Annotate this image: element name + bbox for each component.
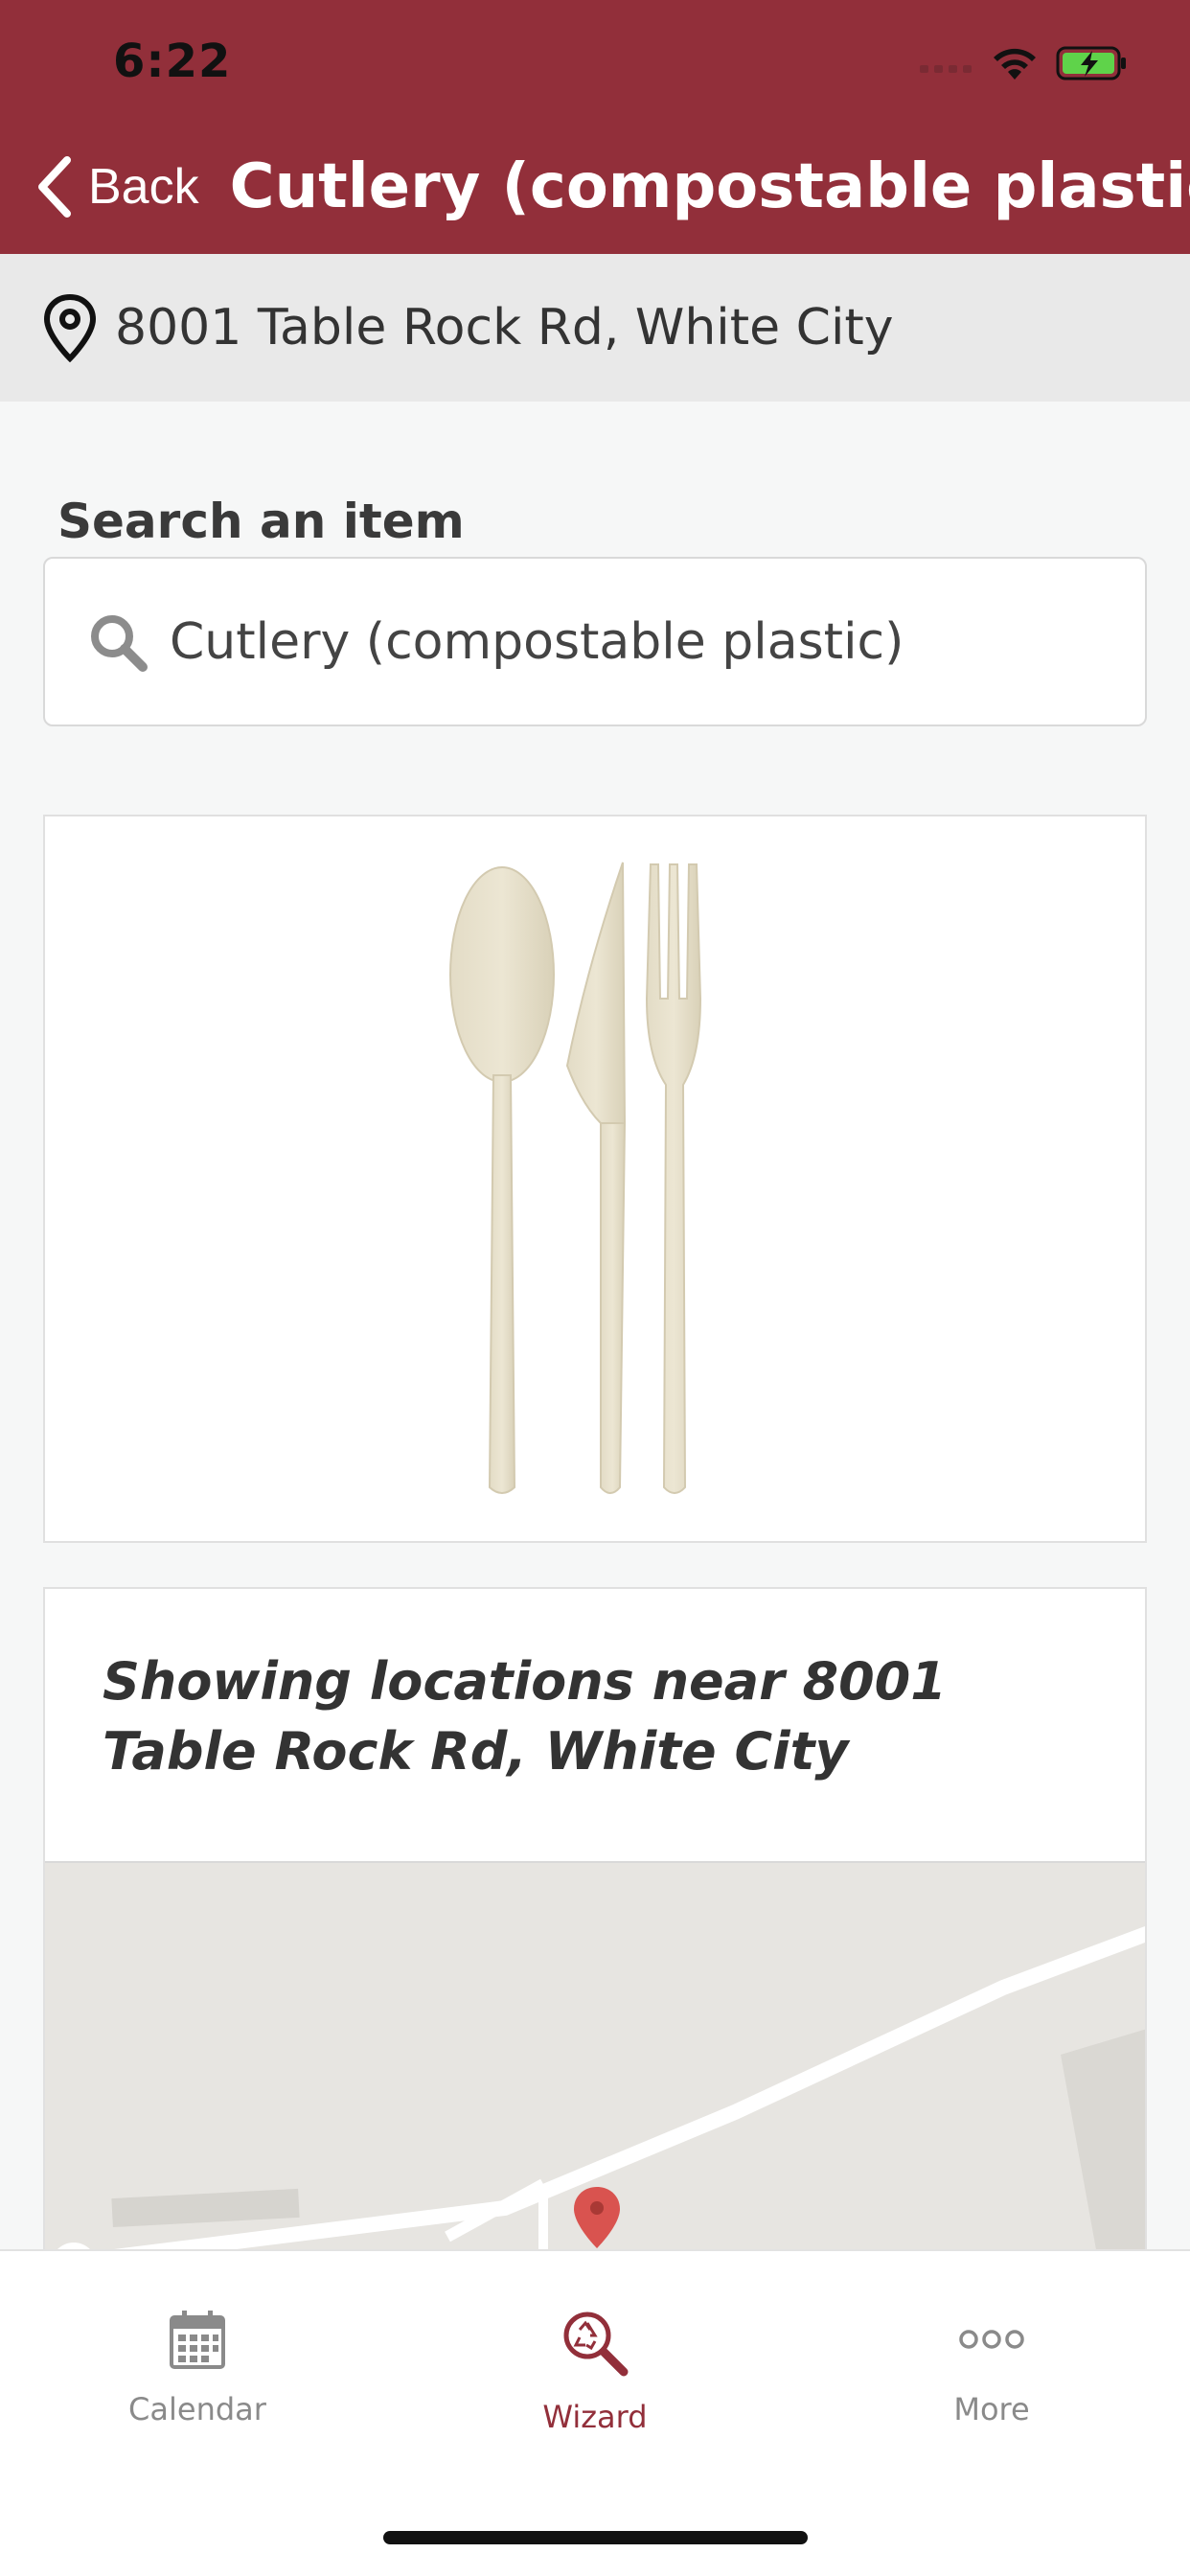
more-dots-icon [959,2330,1024,2349]
knife-shape [565,862,627,1494]
home-indicator[interactable] [383,2531,808,2544]
location-bar[interactable]: 8001 Table Rock Rd, White City [0,254,1190,402]
navigation-bar: Back Cutlery (compostable plastic) [0,144,1190,230]
tab-label: Calendar [128,2391,266,2427]
battery-charging-icon [1056,46,1126,80]
app-header: 6:22 Back Cutlery (compostable plastic) [0,0,1190,254]
back-label: Back [88,159,199,215]
map-pin-icon[interactable] [572,2185,622,2250]
tab-label: Wizard [542,2399,648,2435]
search-box[interactable] [43,557,1147,726]
status-icons [920,42,1129,84]
status-time: 6:22 [113,34,232,88]
locations-title: Showing locations near 8001 Table Rock R… [103,1651,947,1782]
location-address: 8001 Table Rock Rd, White City [115,299,894,356]
location-pin-icon [43,293,97,362]
tab-bar: Calendar Wizard More [0,2249,1190,2576]
tab-calendar[interactable]: Calendar [82,2309,312,2427]
signal-icon [920,65,972,73]
item-image-card [43,815,1147,1543]
search-icon [91,614,148,672]
fork-shape [645,863,702,1494]
recycle-search-icon [563,2312,629,2377]
page-title: Cutlery (compostable plastic) [229,151,1190,222]
cutlery-image [449,862,702,1494]
calendar-icon [170,2311,225,2369]
back-button[interactable]: Back [36,156,199,218]
tab-more[interactable]: More [877,2309,1107,2427]
tab-label: More [953,2391,1030,2427]
tab-wizard[interactable]: Wizard [480,2309,710,2435]
wifi-icon [994,48,1036,80]
chevron-left-icon [38,156,71,218]
search-input[interactable] [170,612,1109,671]
spoon-shape [449,866,555,1494]
search-label: Search an item [57,494,465,549]
screen: 6:22 Back Cutlery (compostable plastic) … [0,0,1190,2576]
